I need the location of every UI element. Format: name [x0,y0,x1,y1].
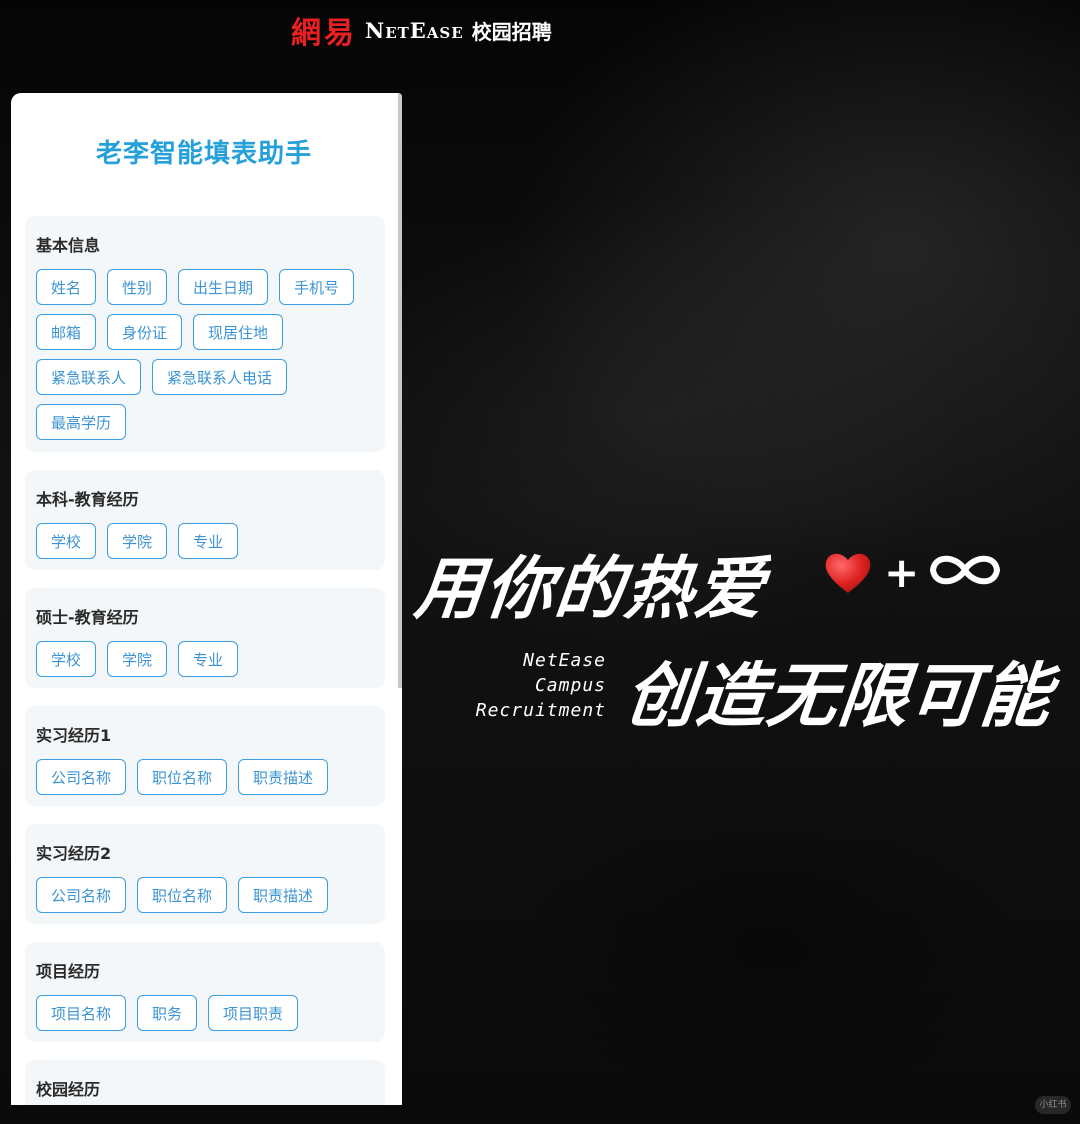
section-title: 实习经历2 [36,844,112,863]
infinity-icon [929,555,1001,585]
field-chip[interactable]: 邮箱 [36,314,97,350]
section-title: 实习经历1 [36,726,112,745]
heart-icon [825,553,871,593]
field-chip[interactable]: 现居住地 [193,314,284,350]
field-chip[interactable]: 职位名称 [137,759,228,795]
form-helper-panel: 老李智能填表助手 基本信息 姓名 性别 出生日期 手机号邮箱 身份证 现居住地紧急联系人紧… [11,93,402,1105]
field-chip[interactable]: 学院 [107,523,168,559]
field-chip[interactable]: 学校 [36,641,97,677]
section-master-education: 硕士-教育经历 学校 学院 专业 [25,588,385,688]
chip-group: 学校 学院 专业 [36,523,381,559]
campus-line-netease: NetEase [523,650,606,671]
field-chip[interactable]: 紧急联系人电话 [152,359,288,395]
section-title: 本科-教育经历 [36,490,139,509]
campus-line-campus: Campus [534,675,606,696]
field-chip[interactable]: 专业 [178,641,239,677]
slogan-line2: 创造无限可能 [621,655,1056,737]
chip-group: 公司名称 职位名称 职责描述 [36,877,381,913]
panel-title: 老李智能填表助手 [95,139,312,169]
brand-sub: 校园招聘 [471,19,552,44]
netease-campus-recruitment-text: NetEase Campus Recruitment [440,648,606,723]
field-chip[interactable]: 项目名称 [36,995,127,1031]
panel-scrollbar[interactable] [398,93,402,688]
section-title: 项目经历 [36,962,101,981]
field-chip[interactable]: 学院 [107,641,168,677]
field-chip[interactable]: 职务 [137,995,198,1031]
campus-line-recruitment: Recruitment [475,700,606,721]
field-chip[interactable]: 公司名称 [36,877,127,913]
field-chip[interactable]: 身份证 [107,314,183,350]
section-internship-1: 实习经历1 公司名称 职位名称 职责描述 [25,706,385,806]
field-chip[interactable]: 学校 [36,523,97,559]
slogan-line1: 用你的热爱 [411,550,770,629]
section-title: 硕士-教育经历 [36,608,139,627]
section-bachelor-education: 本科-教育经历 学校 学院 专业 [25,470,385,570]
section-internship-2: 实习经历2 公司名称 职位名称 职责描述 [25,824,385,924]
plus-sign: + [884,548,920,597]
chip-group: 学校 学院 专业 [36,641,381,677]
field-chip[interactable]: 职位名称 [137,877,228,913]
chip-group: 项目名称 职务 项目职责 [36,995,381,1031]
section-campus-experience: 校园经历 [25,1060,385,1105]
chip-group: 姓名 性别 出生日期 手机号邮箱 身份证 现居住地紧急联系人 紧急联系人电话 最高学历 [36,269,381,440]
field-chip[interactable]: 出生日期 [178,269,269,305]
section-basic-info: 基本信息 姓名 性别 出生日期 手机号邮箱 身份证 现居住地紧急联系人 紧急联系人电话 最高学… [25,216,385,452]
brand-en: NetEase [365,17,464,43]
field-chip[interactable]: 项目职责 [208,995,299,1031]
field-chip[interactable]: 职责描述 [238,759,329,795]
section-project-experience: 项目经历 项目名称 职务 项目职责 [25,942,385,1042]
field-chip[interactable]: 紧急联系人 [36,359,142,395]
field-chip[interactable]: 最高学历 [36,404,127,440]
brand-cn: 網易 [291,16,357,51]
field-chip[interactable]: 职责描述 [238,877,329,913]
field-chip[interactable]: 手机号 [279,269,355,305]
chip-group: 公司名称 职位名称 职责描述 [36,759,381,795]
field-chip[interactable]: 姓名 [36,269,97,305]
field-chip[interactable]: 公司名称 [36,759,127,795]
section-title: 基本信息 [36,236,101,255]
field-chip[interactable]: 专业 [178,523,239,559]
watermark: 小红书 [1035,1096,1071,1114]
section-title: 校园经历 [36,1080,101,1099]
netease-campus-logo: 網易 NetEase 校园招聘 [291,8,552,52]
field-chip[interactable]: 性别 [107,269,168,305]
